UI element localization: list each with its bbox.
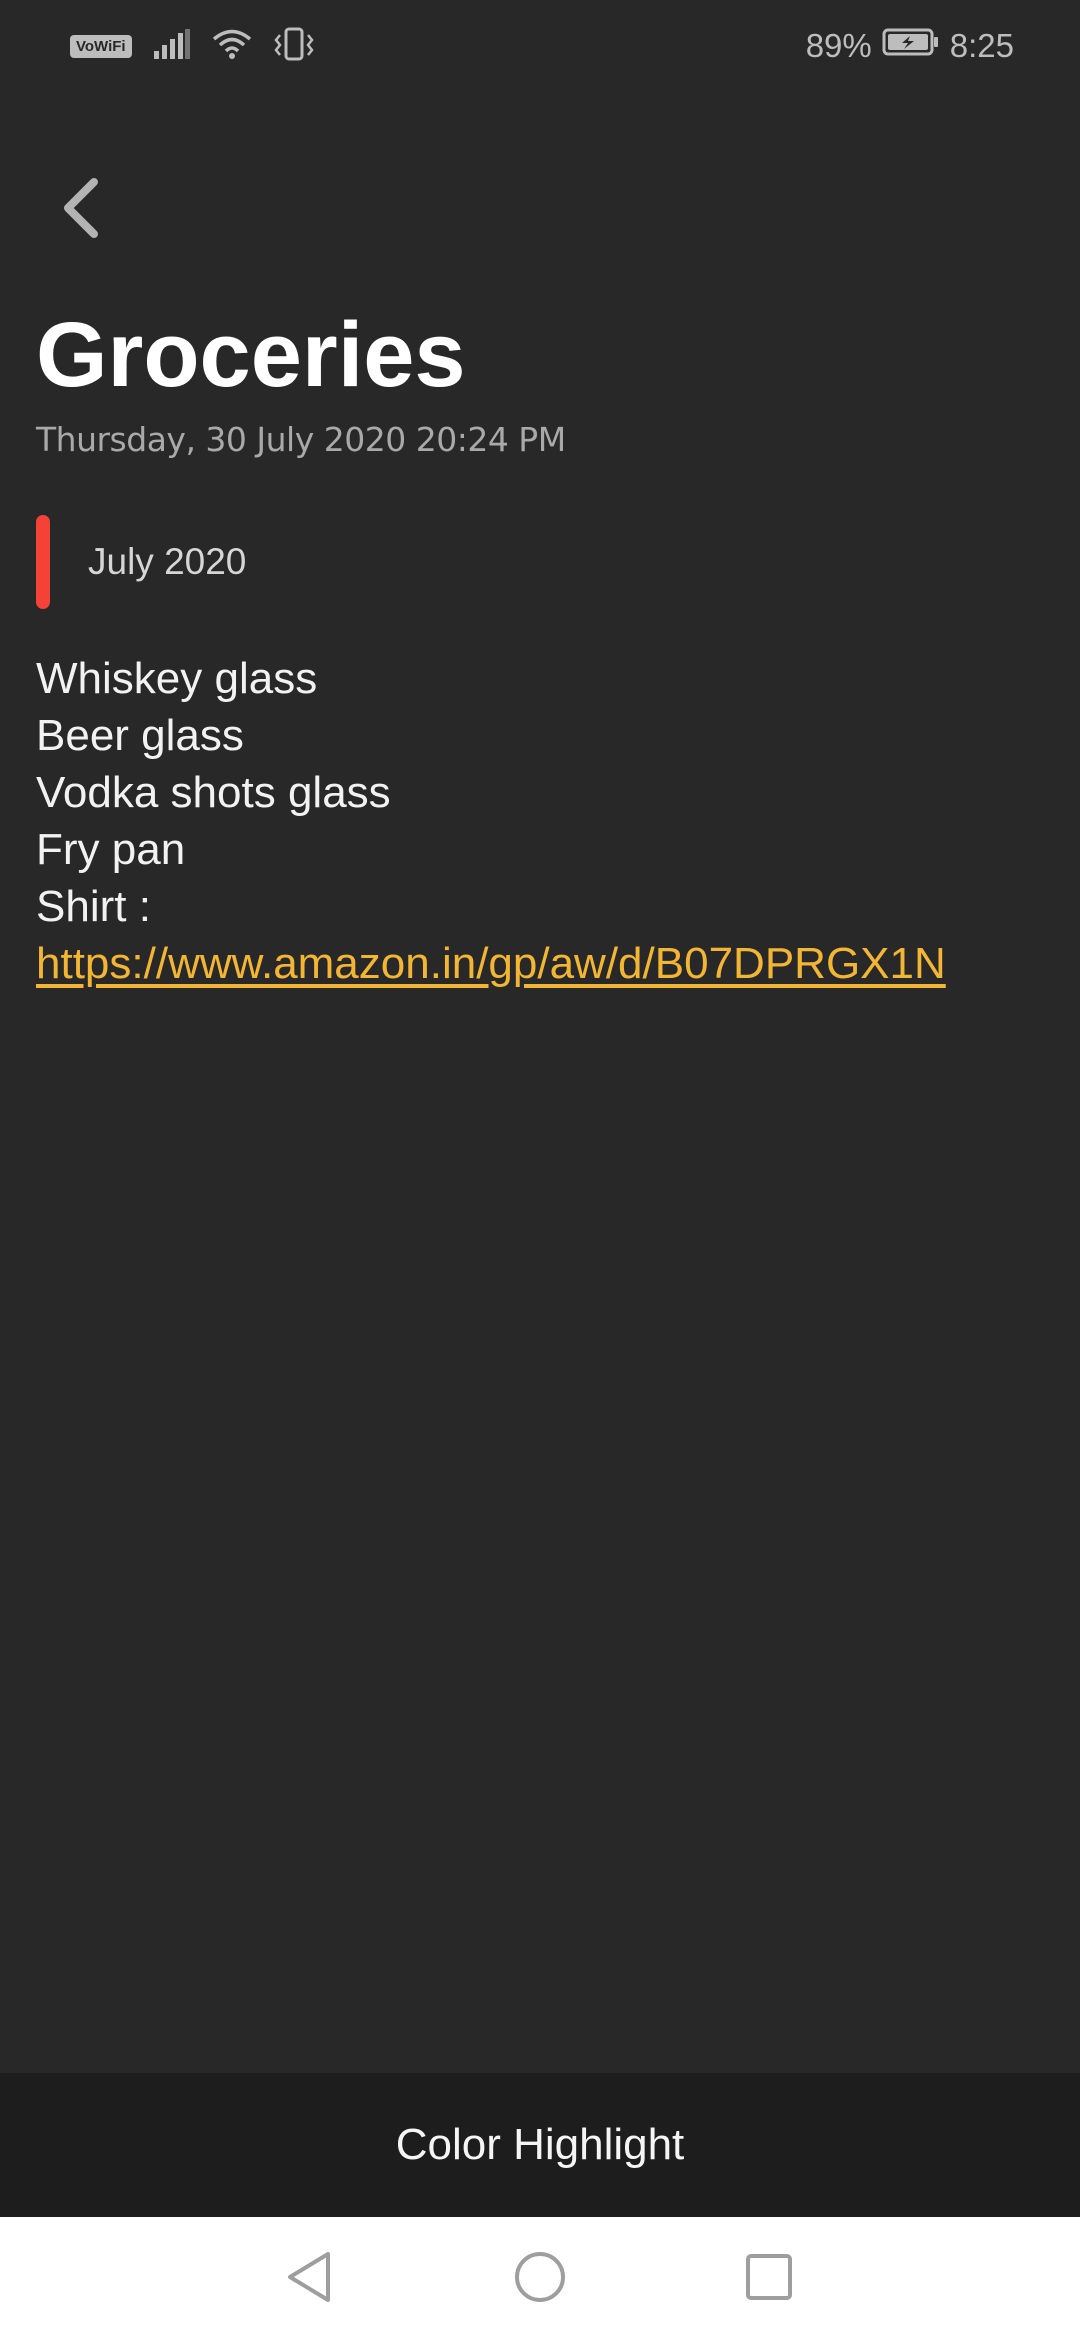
category-tag[interactable]: July 2020 — [36, 515, 246, 609]
status-left-icons: VoWiFi — [70, 26, 314, 66]
color-highlight-label: Color Highlight — [395, 2120, 685, 2169]
recents-square-icon — [744, 2252, 794, 2307]
battery-charging-icon — [882, 27, 940, 65]
color-highlight-button[interactable]: Color Highlight — [0, 2073, 1080, 2217]
note-line: Shirt : — [36, 882, 151, 931]
nav-recents-button[interactable] — [725, 2235, 813, 2323]
home-circle-icon — [513, 2250, 567, 2309]
nav-home-button[interactable] — [496, 2235, 584, 2323]
category-color-bar — [36, 515, 50, 609]
category-label: July 2020 — [88, 541, 247, 582]
wifi-icon — [212, 28, 252, 65]
back-triangle-icon — [284, 2250, 334, 2309]
note-line: Whiskey glass — [36, 654, 318, 703]
note-title: Groceries — [36, 304, 466, 406]
signal-icon — [153, 28, 190, 64]
status-bar: VoWiFi 89% 8:25 — [0, 0, 1080, 92]
status-right-icons: 89% 8:25 — [806, 22, 1014, 70]
note-line: Vodka shots glass — [36, 768, 391, 817]
chevron-left-icon — [58, 176, 102, 245]
note-line: Beer glass — [36, 711, 244, 760]
note-link[interactable]: https://www.amazon.in/gp/aw/d/B07DPRGX1N — [36, 935, 1046, 992]
back-button[interactable] — [40, 165, 120, 255]
note-line: Fry pan — [36, 825, 186, 874]
vibrate-icon — [273, 27, 314, 66]
vowifi-icon: VoWiFi — [70, 34, 132, 58]
note-body[interactable]: Whiskey glass Beer glass Vodka shots gla… — [36, 650, 1046, 992]
battery-percent: 89% — [805, 27, 872, 64]
note-date: Thursday, 30 July 2020 20:24 PM — [36, 420, 566, 459]
clock-time: 8:25 — [949, 27, 1014, 64]
system-nav-bar — [0, 2217, 1080, 2340]
nav-back-button[interactable] — [265, 2235, 353, 2323]
